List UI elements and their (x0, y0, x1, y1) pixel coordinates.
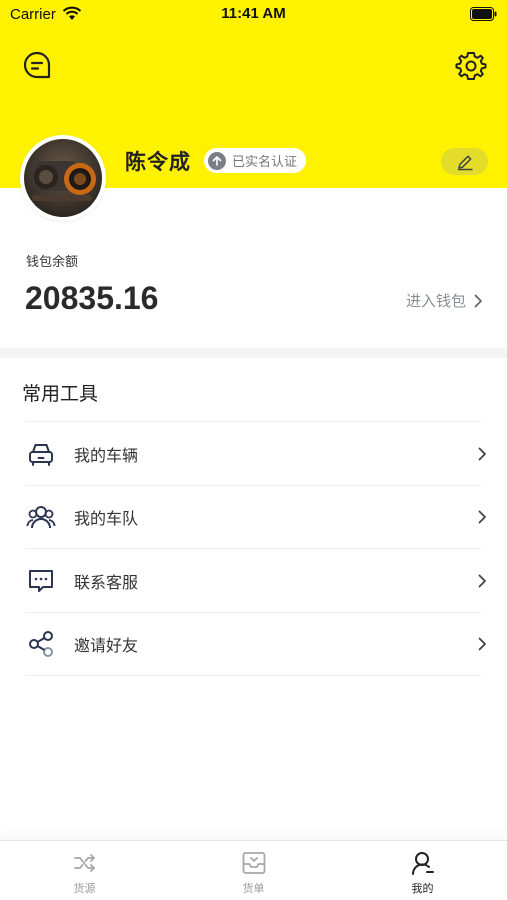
verified-label: 已实名认证 (232, 155, 298, 170)
menu-item-label: 我的车辆 (74, 445, 139, 465)
clock: 11:41 AM (221, 5, 286, 22)
tools-section-title: 常用工具 (22, 383, 99, 405)
chat-icon (26, 566, 56, 596)
tools-list: 我的车辆 我的车队 联系客服 邀请好友 (0, 422, 507, 676)
user-icon (411, 852, 434, 875)
battery-icon (470, 7, 497, 21)
tab-label: 货源 (73, 882, 96, 895)
inbox-icon (242, 852, 265, 874)
chevron-right-icon (478, 510, 486, 524)
chevron-right-icon (474, 294, 482, 307)
settings-gear-icon[interactable] (455, 50, 487, 82)
menu-item-my-team[interactable]: 我的车队 (0, 486, 507, 550)
section-divider (0, 348, 507, 358)
avatar[interactable] (20, 135, 106, 221)
shuffle-icon (73, 854, 95, 872)
tab-cargo-source[interactable]: 货源 (0, 841, 169, 900)
tab-label: 我的 (411, 882, 434, 895)
edit-profile-button[interactable] (441, 148, 488, 175)
tab-cargo-orders[interactable]: 货单 (169, 841, 338, 900)
verified-arrow-icon (208, 151, 226, 170)
wallet-label: 钱包余额 (26, 255, 79, 270)
user-name: 陈令成 (125, 150, 191, 174)
chevron-right-icon (478, 447, 486, 461)
chevron-right-icon (478, 637, 486, 651)
avatar-image (24, 139, 102, 217)
wallet-balance: 20835.16 (25, 280, 159, 316)
menu-item-label: 邀请好友 (74, 636, 139, 656)
message-icon[interactable] (22, 50, 52, 80)
tab-label: 货单 (242, 882, 265, 895)
enter-wallet-link[interactable]: 进入钱包 (406, 290, 483, 311)
team-icon (26, 502, 56, 532)
menu-item-my-vehicles[interactable]: 我的车辆 (0, 422, 507, 486)
menu-item-label: 我的车队 (74, 509, 139, 529)
verified-badge: 已实名认证 (204, 148, 307, 173)
menu-item-customer-service[interactable]: 联系客服 (0, 549, 507, 613)
enter-wallet-label: 进入钱包 (405, 292, 466, 310)
share-icon (26, 629, 56, 659)
menu-item-invite-friends[interactable]: 邀请好友 (0, 613, 507, 677)
menu-item-label: 联系客服 (74, 572, 139, 592)
tab-mine[interactable]: 我的 (338, 841, 507, 900)
chevron-right-icon (478, 574, 486, 588)
bottom-tab-bar: 货源 货单 我的 (0, 840, 507, 900)
status-bar: Carrier 11:41 AM (0, 0, 507, 30)
car-icon (26, 439, 56, 469)
pencil-icon (457, 155, 473, 170)
